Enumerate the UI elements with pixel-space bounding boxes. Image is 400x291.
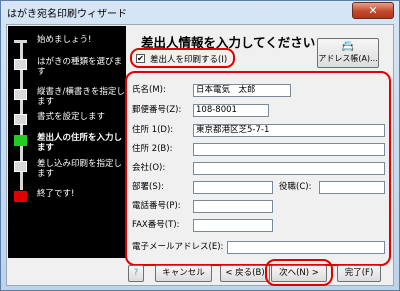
step-finish: 終了です!: [12, 189, 124, 203]
step-current-marker-icon: [14, 135, 27, 146]
step-sender-address: 差出人の住所を入力します: [12, 133, 124, 155]
postal-code-field[interactable]: 108-8001: [193, 104, 269, 117]
step-marker-icon: [14, 114, 27, 125]
email-field[interactable]: [227, 241, 385, 254]
name-label: 氏名(M):: [132, 85, 166, 95]
name-field[interactable]: 日本電気 太郎: [193, 84, 291, 97]
fax-field[interactable]: [193, 219, 273, 232]
department-label: 部署(S):: [132, 182, 164, 192]
postal-code-label: 郵便番号(Z):: [132, 105, 182, 115]
close-button[interactable]: ✕: [352, 2, 394, 19]
department-field[interactable]: [193, 181, 273, 194]
window-title: はがき宛名印刷ウィザード: [7, 9, 127, 20]
title-bar[interactable]: はがき宛名印刷ウィザード ✕: [1, 1, 399, 23]
fax-label: FAX番号(T):: [132, 220, 180, 230]
step-label: 差出人の住所を入力します: [37, 133, 123, 153]
step-label: 始めましょう!: [37, 35, 92, 45]
step-marker-icon: [14, 161, 27, 172]
address-book-button[interactable]: 📇 アドレス帳(A)...: [317, 38, 379, 68]
address1-field[interactable]: 東京都港区芝5-7-1: [193, 124, 385, 137]
finish-button[interactable]: 完了(F): [337, 265, 381, 282]
step-label: 縦書き/横書きを指定します: [37, 87, 125, 107]
position-field[interactable]: [319, 181, 385, 194]
print-sender-checkbox[interactable]: ✔: [136, 54, 145, 63]
phone-field[interactable]: [193, 200, 273, 213]
company-label: 会社(O):: [132, 163, 166, 173]
step-label: 差し込み印刷を指定します: [37, 159, 123, 179]
help-button[interactable]: ?: [128, 265, 144, 282]
wizard-body: 始めましょう! はがきの種類を選びます 縦書き/横書きを指定します 書式を設定し…: [6, 24, 394, 286]
step-end-marker-icon: [14, 191, 27, 202]
address-book-label: アドレス帳(A)...: [318, 54, 378, 63]
next-button-highlight: [265, 259, 333, 286]
wizard-steps-panel: 始めましょう! はがきの種類を選びます 縦書き/横書きを指定します 書式を設定し…: [8, 26, 126, 258]
back-button[interactable]: < 戻る(B): [220, 265, 270, 282]
step-orientation: 縦書き/横書きを指定します: [12, 87, 125, 109]
address2-label: 住所 2(B):: [132, 144, 173, 154]
address2-field[interactable]: [193, 143, 385, 156]
step-format: 書式を設定します: [12, 112, 124, 125]
position-label: 役職(C):: [279, 182, 312, 192]
step-marker-icon: [14, 59, 27, 70]
address-book-icon: 📇: [341, 41, 355, 52]
print-sender-option[interactable]: ✔ 差出人を印刷する(I): [130, 48, 235, 68]
step-marker-icon: [14, 89, 27, 100]
company-field[interactable]: [193, 162, 385, 175]
step-merge-print: 差し込み印刷を指定します: [12, 159, 124, 181]
step-marker-icon: [14, 40, 27, 43]
phone-label: 電話番号(P):: [132, 201, 181, 211]
step-label: はがきの種類を選びます: [37, 57, 123, 77]
print-sender-label[interactable]: 差出人を印刷する(I): [150, 53, 227, 65]
cancel-button[interactable]: キャンセル: [155, 265, 212, 282]
step-start: 始めましょう!: [12, 35, 124, 47]
sender-info-form: 氏名(M): 日本電気 太郎 郵便番号(Z): 108-8001 住所 1(D)…: [125, 71, 391, 266]
step-label: 書式を設定します: [37, 112, 106, 122]
email-label: 電子メールアドレス(E):: [132, 242, 224, 252]
address1-label: 住所 1(D):: [132, 125, 174, 135]
step-card-type: はがきの種類を選びます: [12, 57, 124, 79]
wizard-window: はがき宛名印刷ウィザード ✕ 始めましょう! はがきの種類を選びます 縦書き/横…: [0, 0, 400, 291]
step-label: 終了です!: [37, 189, 75, 199]
